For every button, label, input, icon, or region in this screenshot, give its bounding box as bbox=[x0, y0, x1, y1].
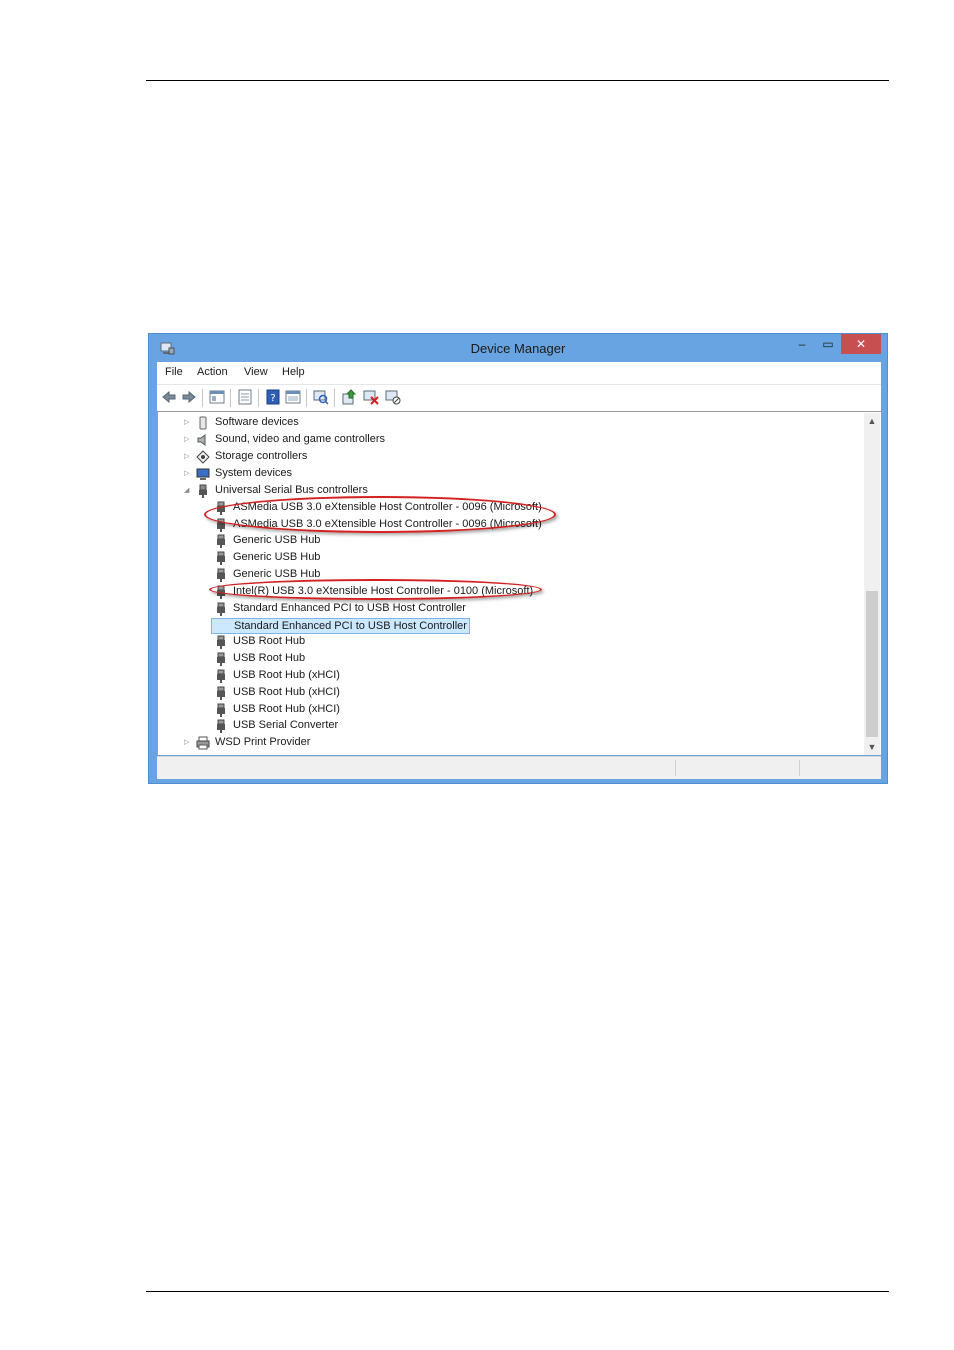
tree-category-software-devices[interactable]: ▷ Software devices bbox=[158, 415, 848, 431]
annotation-highlight-intel bbox=[209, 579, 542, 600]
status-pane bbox=[799, 760, 880, 776]
device-label: Generic USB Hub bbox=[233, 534, 321, 546]
window-title: Device Manager bbox=[470, 341, 566, 356]
category-label: Sound, video and game controllers bbox=[215, 433, 385, 445]
toolbar-separator bbox=[306, 389, 307, 407]
expand-arrow-icon[interactable]: ▷ bbox=[184, 738, 192, 748]
device-label: Standard Enhanced PCI to USB Host Contro… bbox=[233, 602, 466, 614]
device-label: Generic USB Hub bbox=[233, 568, 321, 580]
tree-device-usb-root-hub-xhci-2[interactable]: USB Root Hub (xHCI) bbox=[158, 685, 848, 701]
svg-text:?: ? bbox=[270, 393, 275, 404]
device-manager-window: Device Manager – ▭ ✕ File Action View He… bbox=[148, 333, 888, 784]
speaker-icon bbox=[197, 434, 206, 446]
usb-connector-icon bbox=[217, 686, 225, 700]
tree-device-usb-root-hub-1[interactable]: USB Root Hub bbox=[158, 634, 848, 650]
usb-connector-icon bbox=[217, 568, 225, 582]
menu-view[interactable]: View bbox=[244, 366, 268, 378]
page-header-rule bbox=[146, 80, 889, 81]
device-label: USB Serial Converter bbox=[233, 719, 339, 731]
device-label: USB Root Hub (xHCI) bbox=[233, 686, 340, 698]
toolbar-separator bbox=[258, 389, 259, 407]
software-device-icon bbox=[199, 416, 207, 430]
usb-connector-icon bbox=[217, 669, 225, 683]
device-label: USB Root Hub bbox=[233, 635, 306, 647]
category-label: Storage controllers bbox=[215, 450, 308, 462]
tree-device-enhanced-pci-usb-controller-2[interactable]: Standard Enhanced PCI to USB Host Contro… bbox=[158, 618, 848, 634]
device-view-icon[interactable] bbox=[285, 389, 301, 405]
title-bar[interactable]: Device Manager – ▭ ✕ bbox=[149, 334, 887, 362]
toolbar-separator bbox=[334, 389, 335, 407]
status-pane bbox=[675, 760, 798, 776]
tree-device-generic-usb-hub-2[interactable]: Generic USB Hub bbox=[158, 550, 848, 566]
usb-connector-icon bbox=[217, 652, 225, 666]
usb-connector-icon bbox=[217, 635, 225, 649]
computer-icon bbox=[196, 468, 210, 480]
tree-category-wsd-print-provider[interactable]: ▷ WSD Print Provider bbox=[158, 735, 848, 751]
tree-device-generic-usb-hub-3[interactable]: Generic USB Hub bbox=[158, 567, 848, 583]
scan-hardware-icon[interactable] bbox=[313, 389, 329, 405]
tree-category-storage-controllers[interactable]: ▷ Storage controllers bbox=[158, 449, 848, 465]
tree-device-generic-usb-hub-1[interactable]: Generic USB Hub bbox=[158, 533, 848, 549]
usb-connector-icon bbox=[217, 602, 225, 616]
scroll-down-icon[interactable]: ▼ bbox=[864, 739, 880, 755]
device-label: USB Root Hub bbox=[233, 652, 306, 664]
expand-arrow-icon[interactable]: ▷ bbox=[184, 418, 192, 428]
annotation-highlight-asmedia bbox=[204, 496, 556, 533]
back-icon[interactable] bbox=[161, 389, 177, 405]
expand-arrow-icon[interactable]: ▷ bbox=[184, 452, 192, 462]
maximize-button[interactable]: ▭ bbox=[815, 334, 841, 354]
list-icon[interactable] bbox=[237, 389, 253, 405]
usb-connector-icon bbox=[217, 534, 225, 548]
menu-help[interactable]: Help bbox=[282, 366, 305, 378]
menu-bar: File Action View Help bbox=[157, 362, 881, 384]
disable-device-icon[interactable] bbox=[385, 389, 401, 405]
printer-icon bbox=[196, 736, 210, 750]
usb-connector-icon bbox=[199, 484, 207, 498]
usb-connector-icon bbox=[217, 551, 225, 565]
expand-arrow-icon[interactable]: ▷ bbox=[184, 469, 192, 479]
tree-category-sound-video-game[interactable]: ▷ Sound, video and game controllers bbox=[158, 432, 848, 448]
device-label: USB Root Hub (xHCI) bbox=[233, 703, 340, 715]
properties-view-icon[interactable] bbox=[209, 389, 225, 405]
menu-action[interactable]: Action bbox=[197, 366, 228, 378]
collapse-arrow-icon[interactable]: ◢ bbox=[184, 486, 192, 496]
device-label: Generic USB Hub bbox=[233, 551, 321, 563]
vertical-scrollbar[interactable]: ▲ ▼ bbox=[864, 413, 880, 755]
tree-device-usb-serial-converter[interactable]: USB Serial Converter bbox=[158, 718, 848, 734]
menu-file[interactable]: File bbox=[165, 366, 183, 378]
close-button[interactable]: ✕ bbox=[841, 334, 881, 354]
status-bar bbox=[157, 756, 881, 779]
update-driver-icon[interactable] bbox=[341, 389, 357, 405]
category-label: Universal Serial Bus controllers bbox=[215, 484, 368, 496]
category-label: System devices bbox=[215, 467, 293, 479]
toolbar: ? bbox=[157, 384, 881, 411]
tree-category-usb-controllers[interactable]: ◢ Universal Serial Bus controllers bbox=[158, 483, 848, 499]
scroll-up-icon[interactable]: ▲ bbox=[864, 413, 880, 429]
tree-device-usb-root-hub-xhci-1[interactable]: USB Root Hub (xHCI) bbox=[158, 668, 848, 684]
minimize-button[interactable]: – bbox=[789, 334, 815, 354]
selected-device-label: Standard Enhanced PCI to USB Host Contro… bbox=[211, 618, 470, 634]
uninstall-device-icon[interactable] bbox=[363, 389, 379, 405]
tree-device-usb-root-hub-xhci-3[interactable]: USB Root Hub (xHCI) bbox=[158, 702, 848, 718]
tree-device-usb-root-hub-2[interactable]: USB Root Hub bbox=[158, 651, 848, 667]
toolbar-separator bbox=[230, 389, 231, 407]
usb-connector-icon bbox=[217, 719, 225, 733]
device-label: USB Root Hub (xHCI) bbox=[233, 669, 340, 681]
help-icon[interactable]: ? bbox=[265, 389, 281, 405]
page-footer-rule bbox=[146, 1291, 889, 1292]
tree-category-system-devices[interactable]: ▷ System devices bbox=[158, 466, 848, 482]
scroll-thumb[interactable] bbox=[866, 591, 878, 737]
expand-arrow-icon[interactable]: ▷ bbox=[184, 435, 192, 445]
category-label: WSD Print Provider bbox=[215, 736, 311, 748]
tree-device-enhanced-pci-usb-controller-1[interactable]: Standard Enhanced PCI to USB Host Contro… bbox=[158, 601, 848, 617]
usb-connector-icon bbox=[217, 703, 225, 717]
storage-controller-icon bbox=[196, 450, 210, 464]
toolbar-separator bbox=[202, 389, 203, 407]
forward-icon[interactable] bbox=[181, 389, 197, 405]
category-label: Software devices bbox=[215, 416, 299, 428]
